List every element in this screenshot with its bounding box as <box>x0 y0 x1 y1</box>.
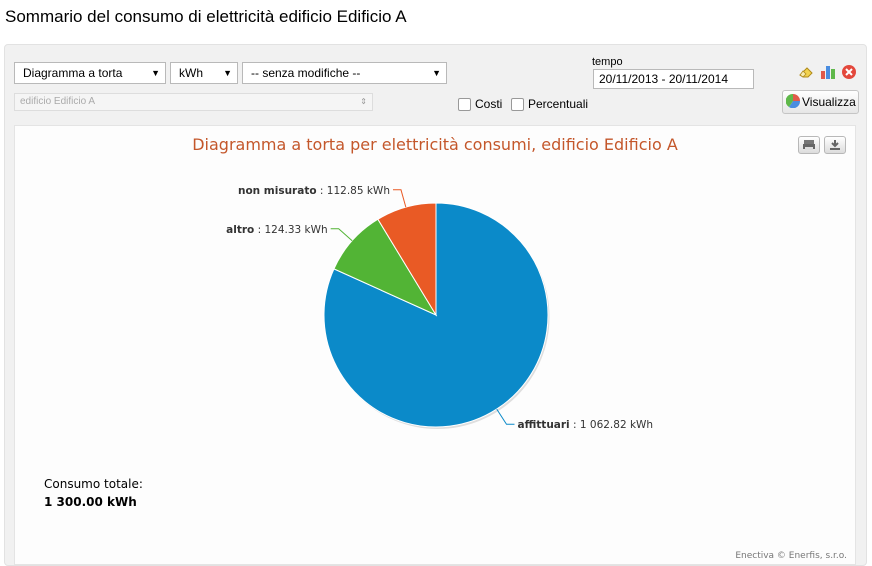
page-title: Sommario del consumo di elettricità edif… <box>5 7 407 26</box>
bar-chart-icon[interactable] <box>820 64 836 80</box>
chart-type-select[interactable]: Diagramma a torta ▼ <box>14 62 166 84</box>
close-icon[interactable] <box>841 64 857 80</box>
chart-container: Diagramma a torta per elettricità consum… <box>14 125 856 565</box>
date-range-input[interactable]: 20/11/2013 - 20/11/2014 <box>593 69 754 89</box>
chevron-down-icon: ▼ <box>151 68 160 78</box>
visualize-button[interactable]: Visualizza <box>782 90 859 114</box>
pie-connector-affittuari <box>496 408 515 425</box>
costs-checkbox-group[interactable]: Costi <box>458 97 502 111</box>
report-panel: Diagramma a torta ▼ kWh ▼ -- senza modif… <box>4 44 867 566</box>
chart-type-value: Diagramma a torta <box>23 66 123 80</box>
modifier-select[interactable]: -- senza modifiche -- ▼ <box>242 62 447 84</box>
pie-label-affittuari: affittuari : 1 062.82 kWh <box>517 419 653 431</box>
pie-globe-icon <box>785 93 801 111</box>
credits: Enectiva © Enerfis, s.r.o. <box>735 551 847 561</box>
pie-label-altro: altro : 124.33 kWh <box>226 224 328 236</box>
building-select: edificio Edificio A ⇕ <box>14 93 373 111</box>
percent-checkbox-group[interactable]: Percentuali <box>511 97 588 111</box>
pie-chart: affittuari : 1 062.82 kWh altro : 124.33 … <box>226 185 653 431</box>
unit-select[interactable]: kWh ▼ <box>170 62 238 84</box>
modifier-value: -- senza modifiche -- <box>251 66 361 80</box>
pie-label-non-misurato: non misurato : 112.85 kWh <box>238 185 390 197</box>
total-value: 1 300.00 kWh <box>44 495 137 509</box>
costs-label: Costi <box>475 97 503 111</box>
percent-label: Percentuali <box>528 97 589 111</box>
total-label: Consumo totale: <box>44 477 143 491</box>
visualize-label: Visualizza <box>802 95 856 109</box>
building-value: edificio Edificio A <box>20 96 96 107</box>
unit-value: kWh <box>179 66 203 80</box>
costs-checkbox[interactable] <box>458 97 471 111</box>
chevron-down-icon: ▼ <box>223 68 232 78</box>
chevron-down-icon: ▼ <box>432 68 441 78</box>
updown-arrows-icon: ⇕ <box>360 97 367 106</box>
pie-connector-altro <box>330 228 353 242</box>
pie-connector-non-misurato <box>392 189 407 208</box>
eraser-icon[interactable] <box>798 64 814 80</box>
percent-checkbox[interactable] <box>511 97 524 111</box>
tempo-label: tempo <box>592 56 623 68</box>
